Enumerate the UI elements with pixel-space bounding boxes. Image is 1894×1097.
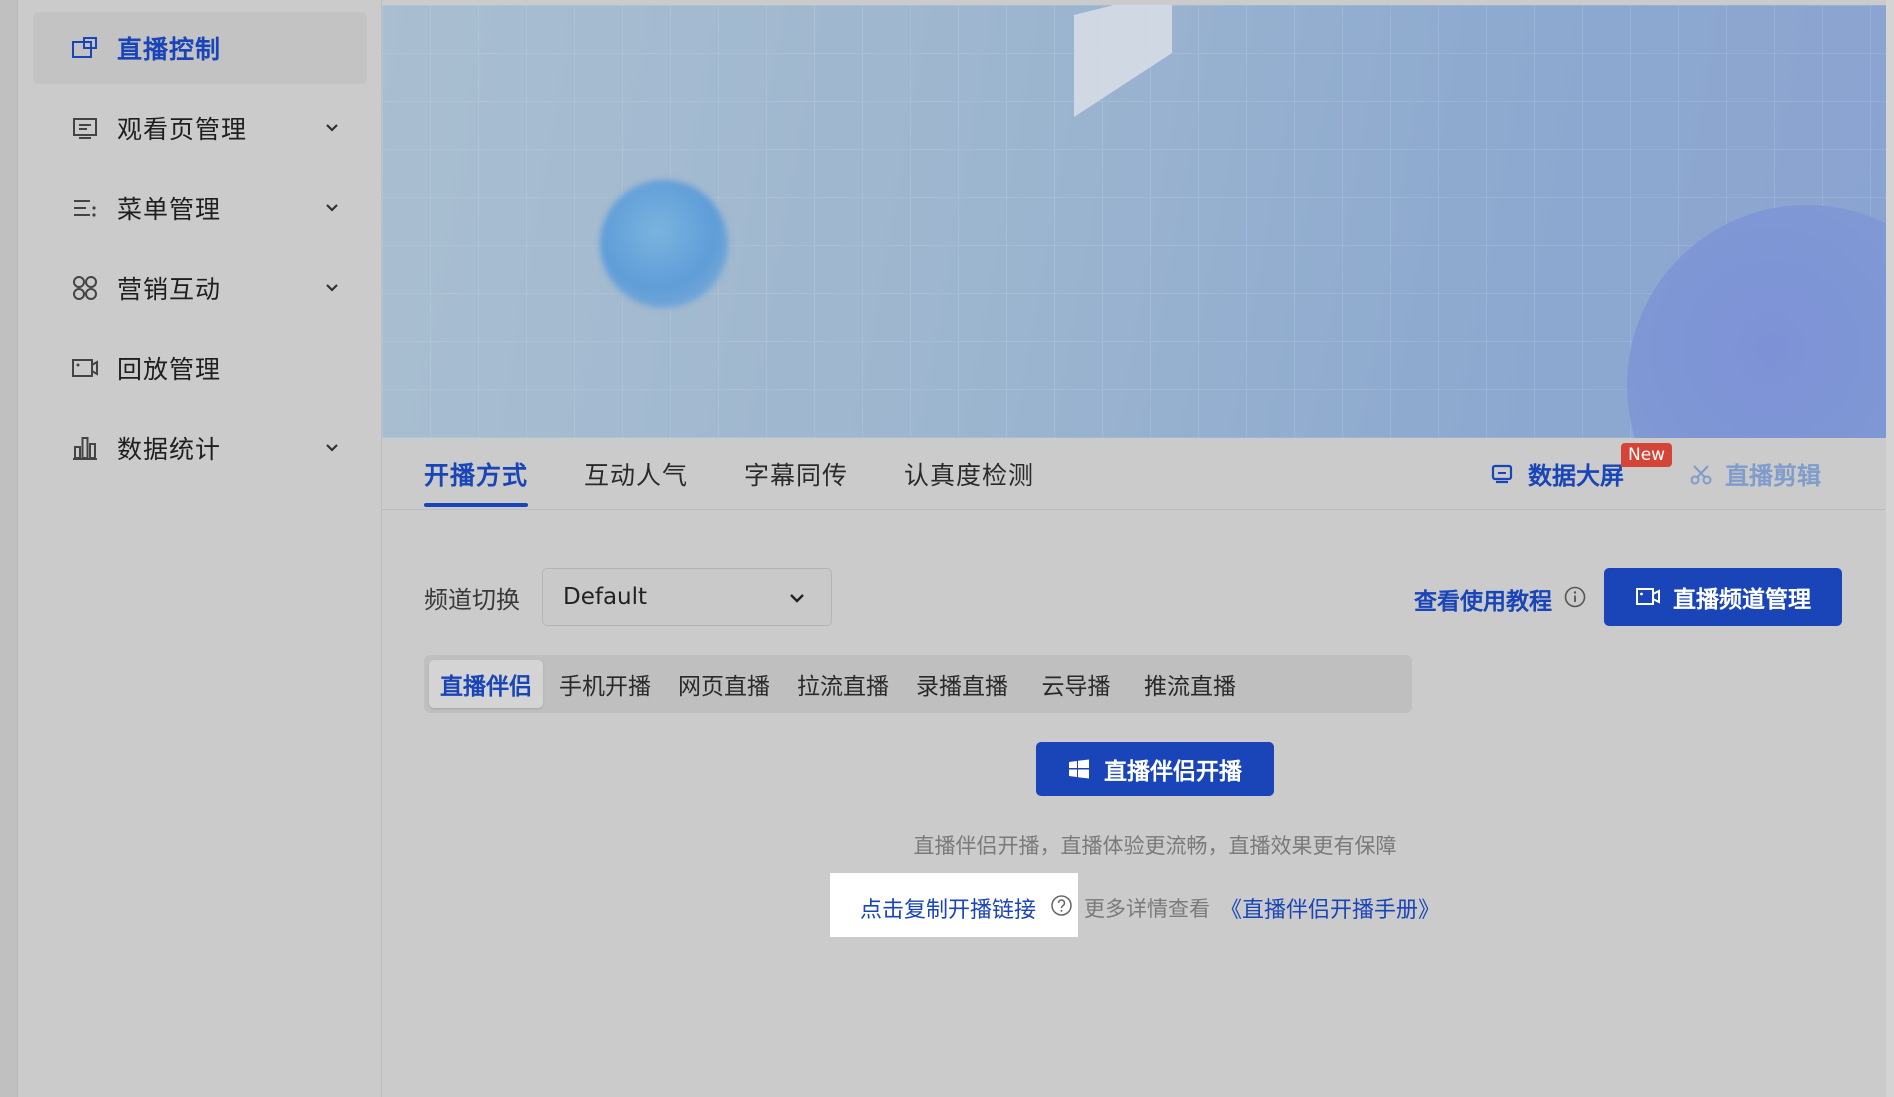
menu-icon xyxy=(71,194,99,222)
sidebar-item-label: 数据统计 xyxy=(117,435,222,464)
info-icon[interactable] xyxy=(1563,585,1587,609)
channel-select-value: Default xyxy=(563,584,648,610)
sidebar-item-label: 回放管理 xyxy=(117,355,222,384)
decorative-orb xyxy=(600,180,728,308)
sidebar-item-label: 直播控制 xyxy=(117,35,222,64)
segment-web[interactable]: 网页直播 xyxy=(667,660,781,708)
segment-mobile[interactable]: 手机开播 xyxy=(548,660,662,708)
chevron-down-icon xyxy=(326,124,338,132)
play-icon xyxy=(1074,5,1172,117)
tab-subtitles[interactable]: 字幕同传 xyxy=(744,456,848,492)
replay-icon xyxy=(71,354,99,382)
help-icon[interactable] xyxy=(1050,894,1073,917)
sidebar-item-replay[interactable]: 回放管理 xyxy=(33,332,367,404)
channel-switch-label: 频道切换 xyxy=(424,586,520,614)
scissors-icon xyxy=(1690,464,1712,484)
tab-start-method[interactable]: 开播方式 xyxy=(424,456,528,492)
sidebar: 直播控制 观看页管理 菜单管理 营销互动 回放管理 数据统计 xyxy=(18,0,382,1097)
active-tab-indicator xyxy=(424,503,528,507)
tutorial-link[interactable]: 查看使用教程 xyxy=(1414,582,1552,616)
left-edge-strip xyxy=(0,0,18,1097)
windows-icon xyxy=(1069,759,1089,779)
chevron-down-icon xyxy=(326,284,338,292)
live-clip-link[interactable]: 直播剪辑 xyxy=(1689,456,1821,491)
stats-icon xyxy=(71,434,99,462)
live-control-icon xyxy=(71,34,99,62)
copy-start-link[interactable]: 点击复制开播链接 xyxy=(860,892,1036,924)
chevron-down-icon xyxy=(326,444,338,452)
channel-manage-button[interactable]: 直播频道管理 xyxy=(1604,568,1842,626)
monitor-icon xyxy=(1491,464,1513,483)
data-screen-link[interactable]: 数据大屏 xyxy=(1490,456,1624,491)
data-screen-label: 数据大屏 xyxy=(1528,462,1624,490)
start-live-companion-button[interactable]: 直播伴侣开播 xyxy=(1036,742,1274,796)
start-button-label: 直播伴侣开播 xyxy=(1104,759,1242,785)
start-method-segments: 直播伴侣 手机开播 网页直播 拉流直播 录播直播 云导播 推流直播 xyxy=(424,655,1412,713)
segment-push-stream[interactable]: 推流直播 xyxy=(1133,660,1247,708)
marketing-icon xyxy=(71,274,99,302)
live-preview-banner xyxy=(382,5,1886,438)
manual-link[interactable]: 《直播伴侣开播手册》 xyxy=(1220,892,1440,924)
sidebar-item-menu[interactable]: 菜单管理 xyxy=(33,172,367,244)
start-description: 直播伴侣开播，直播体验更流畅，直播效果更有保障 xyxy=(913,834,1397,858)
live-clip-label: 直播剪辑 xyxy=(1725,462,1821,490)
segment-cloud-director[interactable]: 云导播 xyxy=(1024,660,1128,708)
segment-live-companion[interactable]: 直播伴侣 xyxy=(429,660,543,708)
camera-icon xyxy=(1636,588,1660,605)
sidebar-item-stats[interactable]: 数据统计 xyxy=(33,412,367,484)
sidebar-item-label: 营销互动 xyxy=(117,275,222,304)
chevron-down-icon xyxy=(326,204,338,212)
feature-tabs: 开播方式 互动人气 字幕同传 认真度检测 数据大屏 New 直播剪辑 xyxy=(382,438,1886,510)
page-root: 直播控制 观看页管理 菜单管理 营销互动 回放管理 数据统计 开播方式 互动人气… xyxy=(0,0,1894,1097)
sidebar-item-label: 观看页管理 xyxy=(117,115,248,144)
sidebar-item-watch-page[interactable]: 观看页管理 xyxy=(33,92,367,164)
sidebar-item-live-control[interactable]: 直播控制 xyxy=(33,12,367,84)
sidebar-item-marketing[interactable]: 营销互动 xyxy=(33,252,367,324)
channel-manage-label: 直播频道管理 xyxy=(1673,587,1811,613)
sidebar-item-label: 菜单管理 xyxy=(117,195,222,224)
segment-recorded[interactable]: 录播直播 xyxy=(905,660,1019,708)
new-badge: New xyxy=(1621,443,1673,467)
chevron-down-icon xyxy=(790,594,804,603)
tab-attention-detection[interactable]: 认真度检测 xyxy=(904,456,1034,492)
watch-page-icon xyxy=(71,114,99,142)
main-content: 开播方式 互动人气 字幕同传 认真度检测 数据大屏 New 直播剪辑 频道切换 … xyxy=(382,0,1894,1097)
segment-pull-stream[interactable]: 拉流直播 xyxy=(786,660,900,708)
channel-select[interactable]: Default xyxy=(542,568,832,626)
tab-interaction-popularity[interactable]: 互动人气 xyxy=(584,456,688,492)
more-details-text: 更多详情查看 xyxy=(1084,897,1210,921)
